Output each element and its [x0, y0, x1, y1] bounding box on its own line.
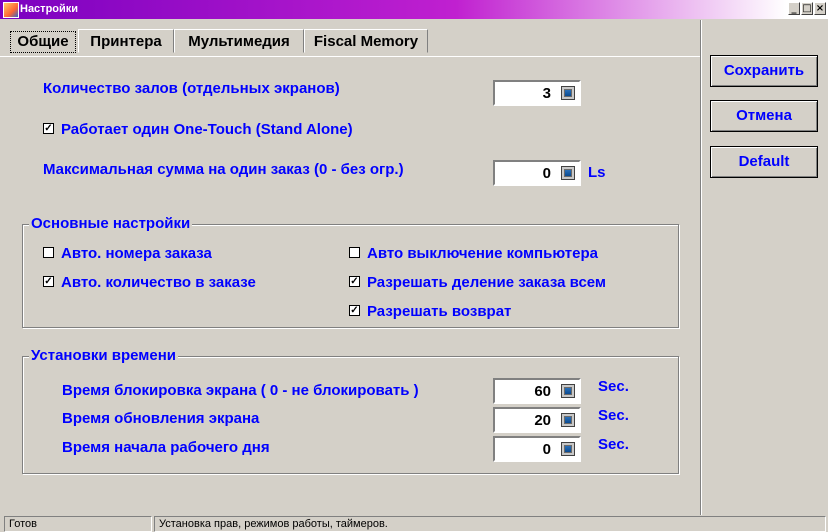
app-icon [3, 2, 19, 18]
spinner-icon[interactable] [561, 442, 575, 456]
lock-time-value: 60 [534, 383, 551, 400]
title-bar: Настройки _ □ × [0, 0, 828, 19]
halls-count-spinner[interactable]: 3 [493, 80, 581, 106]
day-start-unit: Sec. [598, 436, 629, 453]
checkbox-checked-icon[interactable]: ✓ [43, 275, 54, 287]
max-sum-label: Максимальная сумма на один заказ (0 - бе… [43, 161, 404, 178]
maximize-button[interactable]: □ [801, 2, 813, 15]
auto-quantity-label: Авто. количество в заказе [61, 274, 256, 291]
lock-time-unit: Sec. [598, 378, 629, 395]
allow-return-checkbox[interactable]: ✓ Разрешать возврат [349, 303, 511, 320]
allow-return-label: Разрешать возврат [367, 303, 512, 320]
spinner-icon[interactable] [561, 413, 575, 427]
save-button[interactable]: Сохранить [710, 55, 818, 87]
minimize-button[interactable]: _ [788, 2, 800, 15]
status-hint: Установка прав, режимов работы, таймеров… [154, 516, 826, 532]
tab-general[interactable]: Общие [10, 31, 76, 53]
checkbox-checked-icon[interactable]: ✓ [349, 275, 360, 287]
tab-printers[interactable]: Принтера [78, 29, 174, 53]
auto-quantity-checkbox[interactable]: ✓ Авто. количество в заказе [43, 274, 256, 291]
standalone-label: Работает один One-Touch (Stand Alone) [61, 121, 353, 138]
cancel-button[interactable]: Отмена [710, 100, 818, 132]
status-state: Готов [4, 516, 152, 532]
auto-shutdown-checkbox[interactable]: Авто выключение компьютера [349, 245, 598, 262]
refresh-time-spinner[interactable]: 20 [493, 407, 581, 433]
spinner-icon[interactable] [561, 384, 575, 398]
allow-split-checkbox[interactable]: ✓ Разрешать деление заказа всем [349, 274, 606, 291]
max-sum-value: 0 [542, 165, 551, 182]
checkbox-checked-icon[interactable]: ✓ [349, 304, 360, 316]
tab-multimedia[interactable]: Мультимедия [174, 29, 304, 53]
status-bar: Готов Установка прав, режимов работы, та… [0, 514, 828, 532]
default-button[interactable]: Default [710, 146, 818, 178]
standalone-checkbox[interactable]: ✓ Работает один One-Touch (Stand Alone) [43, 121, 353, 138]
refresh-time-value: 20 [534, 412, 551, 429]
day-start-label: Время начала рабочего дня [62, 439, 270, 456]
max-sum-unit: Ls [588, 164, 606, 181]
refresh-time-unit: Sec. [598, 407, 629, 424]
close-button[interactable]: × [814, 2, 826, 15]
time-settings-legend: Установки времени [29, 347, 179, 364]
checkbox-unchecked-icon[interactable] [43, 246, 54, 258]
tab-fiscal-memory[interactable]: Fiscal Memory [304, 29, 428, 53]
lock-time-spinner[interactable]: 60 [493, 378, 581, 404]
day-start-value: 0 [542, 441, 551, 458]
max-sum-spinner[interactable]: 0 [493, 160, 581, 186]
auto-shutdown-label: Авто выключение компьютера [367, 245, 598, 262]
lock-time-label: Время блокировка экрана ( 0 - не блокиро… [62, 382, 419, 399]
spinner-icon[interactable] [561, 86, 575, 100]
basic-settings-legend: Основные настройки [29, 215, 193, 232]
auto-order-number-checkbox[interactable]: Авто. номера заказа [43, 245, 212, 262]
tab-panel-edge [0, 56, 700, 57]
halls-count-label: Количество залов (отдельных экранов) [43, 80, 340, 97]
halls-count-value: 3 [542, 85, 551, 102]
refresh-time-label: Время обновления экрана [62, 410, 260, 427]
day-start-spinner[interactable]: 0 [493, 436, 581, 462]
checkbox-unchecked-icon[interactable] [349, 246, 360, 258]
auto-order-number-label: Авто. номера заказа [61, 245, 212, 262]
checkbox-checked-icon[interactable]: ✓ [43, 122, 54, 134]
spinner-icon[interactable] [561, 166, 575, 180]
allow-split-label: Разрешать деление заказа всем [367, 274, 607, 291]
panel-divider-highlight [701, 20, 702, 515]
window-title: Настройки [20, 3, 79, 15]
